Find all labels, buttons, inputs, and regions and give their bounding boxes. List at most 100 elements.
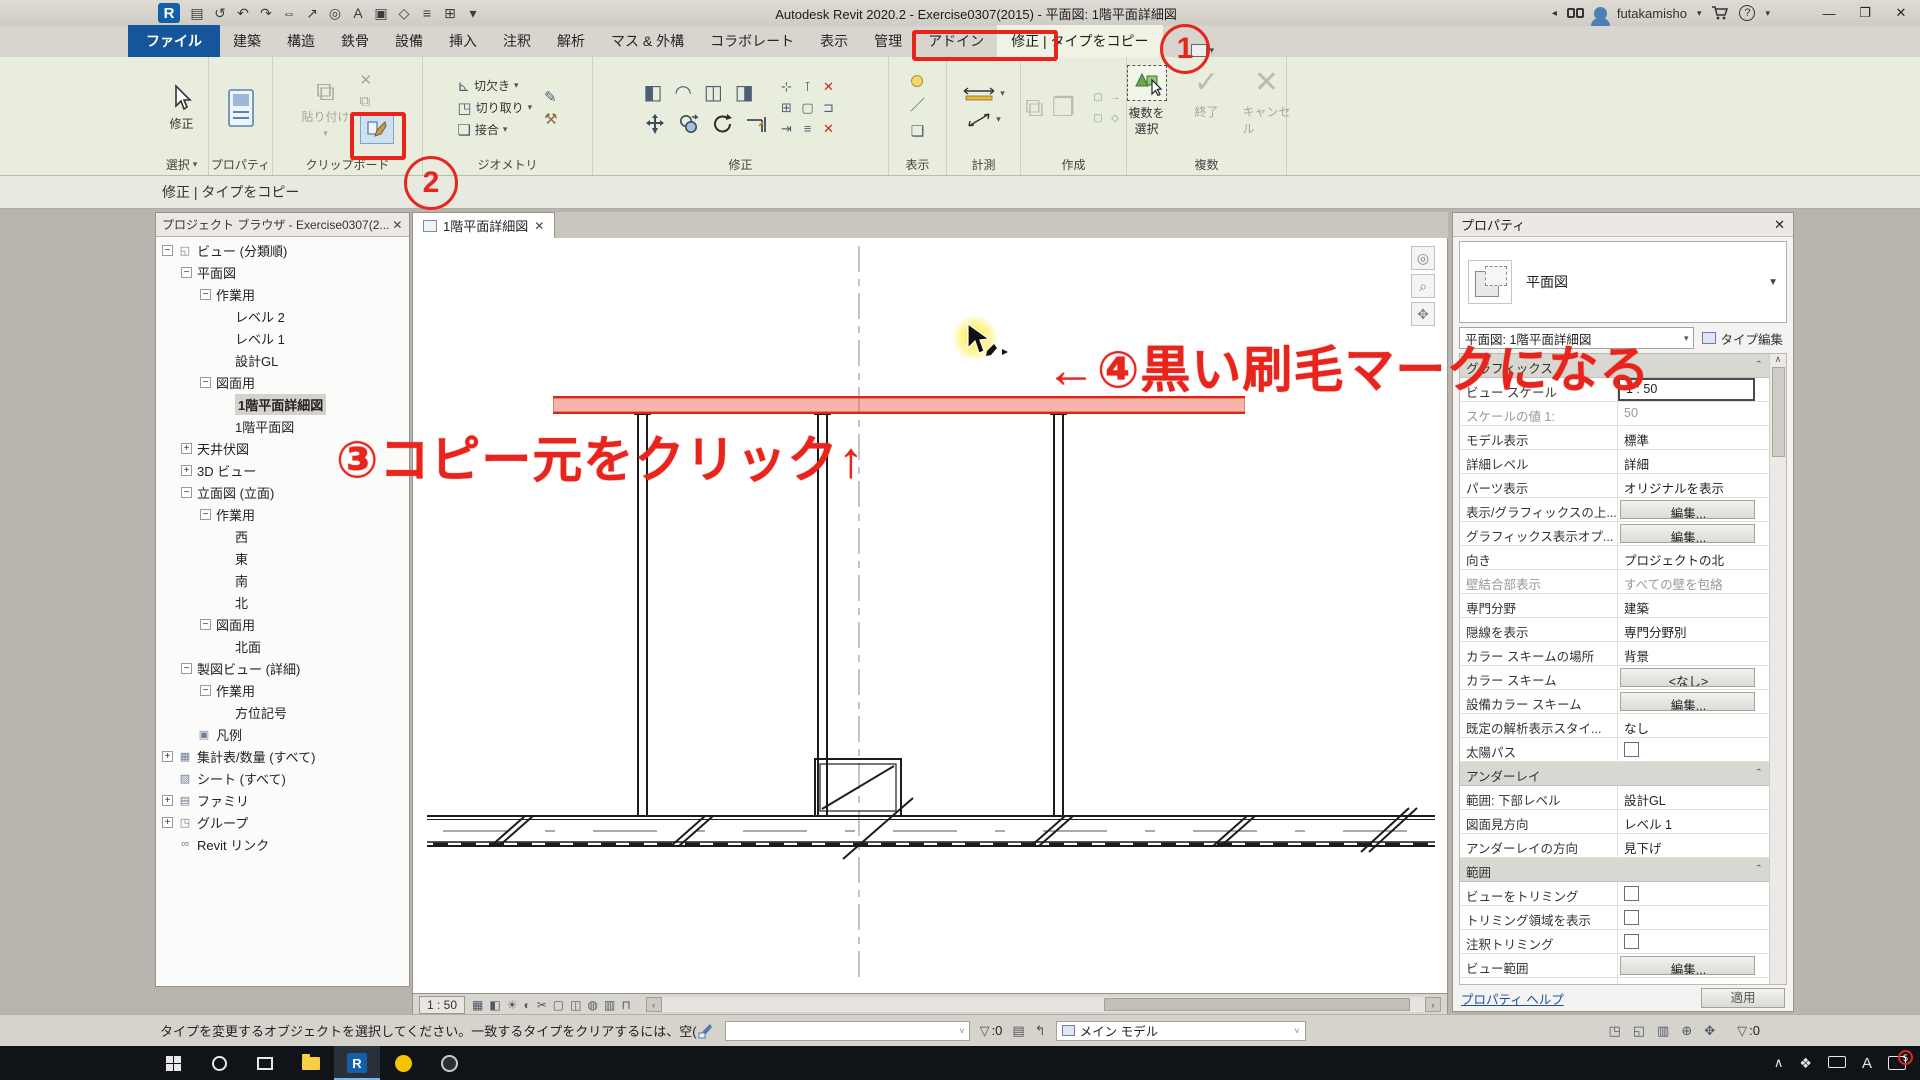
join-button[interactable]: ❏接合▾ (457, 121, 532, 139)
property-row[interactable]: 設備カラー スキーム 編集... (1460, 690, 1769, 714)
cope-button[interactable]: ⊾切欠き▾ (457, 77, 532, 95)
property-row[interactable]: パーツ表示 オリジナルを表示 (1460, 474, 1769, 498)
apply-button[interactable]: 適用 (1701, 988, 1785, 1008)
measure-between-refs-button[interactable]: ▾ (962, 87, 1005, 101)
editable-only-icon[interactable]: ▤ (1012, 1023, 1024, 1039)
property-row[interactable]: ビュー範囲 編集... (1460, 954, 1769, 978)
3d-view-icon[interactable]: ▣ (374, 5, 388, 22)
search-help-icon[interactable] (1567, 8, 1584, 18)
tree-expander[interactable]: − (200, 685, 211, 696)
start-button[interactable] (150, 1046, 196, 1080)
tree-item[interactable]: 方位記号 (156, 701, 409, 723)
properties-close-icon[interactable]: ✕ (1774, 217, 1785, 233)
section-icon[interactable]: ◇ (397, 5, 411, 22)
app-store-cart-icon[interactable] (1711, 6, 1729, 20)
drawing-area[interactable]: ◎ ⌕ ✥ (412, 238, 1448, 994)
editing-requests-icon[interactable]: ◱ (1633, 1023, 1645, 1039)
tree-item[interactable]: + 3D ビュー (156, 459, 409, 481)
tree-expander[interactable]: − (181, 487, 192, 498)
revit-taskbar-button[interactable]: R (334, 1046, 380, 1080)
view-tab-close-icon[interactable]: ✕ (534, 219, 544, 233)
tree-item[interactable]: − 図面用 (156, 371, 409, 393)
tree-item[interactable]: − 立面図 (立面) (156, 481, 409, 503)
action-center-icon[interactable]: 5 (1888, 1056, 1906, 1070)
tree-item[interactable]: ▣ 凡例 (156, 723, 409, 745)
tree-expander[interactable]: − (200, 509, 211, 520)
close-button[interactable]: ✕ (1888, 5, 1914, 21)
ribbon-tab[interactable]: 注釈 (490, 26, 544, 57)
tree-item[interactable]: 東 (156, 547, 409, 569)
ribbon-tab[interactable]: 挿入 (436, 26, 490, 57)
help-icon[interactable]: ? (1739, 5, 1755, 21)
type-selector-chevron-icon[interactable]: ▼ (1768, 277, 1778, 288)
detail-level-icon[interactable]: ▦ (472, 998, 483, 1012)
property-row[interactable]: アンダーレイ (1460, 762, 1769, 786)
wall-lines[interactable] (634, 414, 1067, 816)
revit-logo-icon[interactable]: R (158, 3, 180, 23)
cut-geometry-button[interactable]: ◳切り取り▾ (457, 99, 532, 117)
tree-item[interactable]: ∞ Revit リンク (156, 833, 409, 855)
sync-icon[interactable]: ↺ (213, 5, 227, 22)
ribbon-tab[interactable]: コラボレート (697, 26, 807, 57)
show-crop-region-icon[interactable]: ▢ (553, 998, 564, 1012)
demolish-hammer-icon[interactable]: ⚒ (544, 110, 557, 128)
ime-mode-indicator[interactable]: A (1862, 1055, 1872, 1072)
select-multiple-button[interactable]: 複数を 選択 (1123, 65, 1171, 137)
tree-item[interactable]: レベル 1 (156, 327, 409, 349)
unpin-icon[interactable]: ⇥ (781, 121, 792, 137)
yellow-app-button[interactable] (380, 1046, 426, 1080)
property-row[interactable]: スケールの値 1: 50 (1460, 402, 1769, 426)
ribbon-tab[interactable]: 設備 (382, 26, 436, 57)
undo-icon[interactable]: ↶ (236, 5, 250, 22)
match-type-properties-button[interactable] (360, 114, 394, 144)
pin-icon[interactable]: ⊐ (823, 100, 834, 116)
view-tab-active[interactable]: 1階平面詳細図 ✕ (412, 212, 555, 238)
collapse-search-icon[interactable]: ◂ (1552, 8, 1557, 19)
tree-expander[interactable]: + (162, 817, 173, 828)
scrollbar-thumb[interactable] (1104, 998, 1409, 1011)
signed-in-user[interactable]: futakamisho (1617, 6, 1687, 21)
modify-button[interactable]: 修正 (158, 84, 206, 132)
property-row[interactable]: ビューをトリミング (1460, 882, 1769, 906)
property-row[interactable]: ビュー スケール 1 : 50 (1460, 378, 1769, 402)
tree-item[interactable]: − ◱ ビュー (分類順) (156, 239, 409, 261)
worksharing-display-icon[interactable]: ◳ (1608, 1023, 1620, 1039)
keyboard-tray-icon[interactable] (1828, 1056, 1846, 1071)
tree-expander[interactable]: − (181, 663, 192, 674)
selection-filter-icon[interactable]: ▽:0 (1737, 1023, 1760, 1039)
offset-icon[interactable]: ◠ (674, 80, 691, 105)
properties-help-link[interactable]: プロパティ ヘルプ (1461, 989, 1564, 1008)
design-options-icon[interactable]: ▥ (1657, 1023, 1669, 1039)
tree-expander[interactable]: + (162, 751, 173, 762)
property-row[interactable]: 範囲 (1460, 858, 1769, 882)
tree-item[interactable]: 西 (156, 525, 409, 547)
property-row[interactable]: 隠線を表示 専門分野別 (1460, 618, 1769, 642)
ribbon-tab[interactable]: 解析 (544, 26, 598, 57)
lightbulb-icon[interactable] (911, 75, 923, 87)
tree-item[interactable]: − 作業用 (156, 503, 409, 525)
task-view-button[interactable] (242, 1046, 288, 1080)
property-row[interactable]: 関連したレベル レベル 1 (1460, 978, 1769, 985)
delete-icon[interactable]: ✕ (823, 79, 834, 95)
background-processes-icon[interactable]: ✥ (1704, 1023, 1715, 1039)
tree-item[interactable]: ▧ シート (すべて) (156, 767, 409, 789)
tree-item[interactable]: 北面 (156, 635, 409, 657)
measure-icon[interactable]: ⇔ (282, 5, 296, 21)
tree-item[interactable]: 南 (156, 569, 409, 591)
tray-expand-icon[interactable]: ∧ (1774, 1055, 1784, 1071)
paint-icon[interactable]: ❏ (911, 122, 924, 140)
type-search-combobox[interactable]: ˅ (725, 1021, 970, 1041)
aligned-dimension-button[interactable]: ▾ (966, 111, 1001, 129)
property-row[interactable]: 範囲: 下部レベル 設計GL (1460, 786, 1769, 810)
user-menu-chevron-icon[interactable]: ▾ (1697, 8, 1702, 19)
dropbox-tray-icon[interactable]: ❖ (1799, 1055, 1812, 1072)
reveal-constraints-icon[interactable]: ⊓ (621, 998, 630, 1012)
property-row[interactable]: 向き プロジェクトの北 (1460, 546, 1769, 570)
ribbon-tab[interactable]: 鉄骨 (328, 26, 382, 57)
tree-item[interactable]: 1階平面詳細図 (156, 393, 409, 415)
tab-modify-copy-type[interactable]: 修正 | タイプをコピー (997, 25, 1162, 57)
slab-band[interactable] (427, 798, 1435, 859)
property-row[interactable]: モデル表示 標準 (1460, 426, 1769, 450)
tree-item[interactable]: − 作業用 (156, 283, 409, 305)
clock-app-button[interactable] (426, 1046, 472, 1080)
